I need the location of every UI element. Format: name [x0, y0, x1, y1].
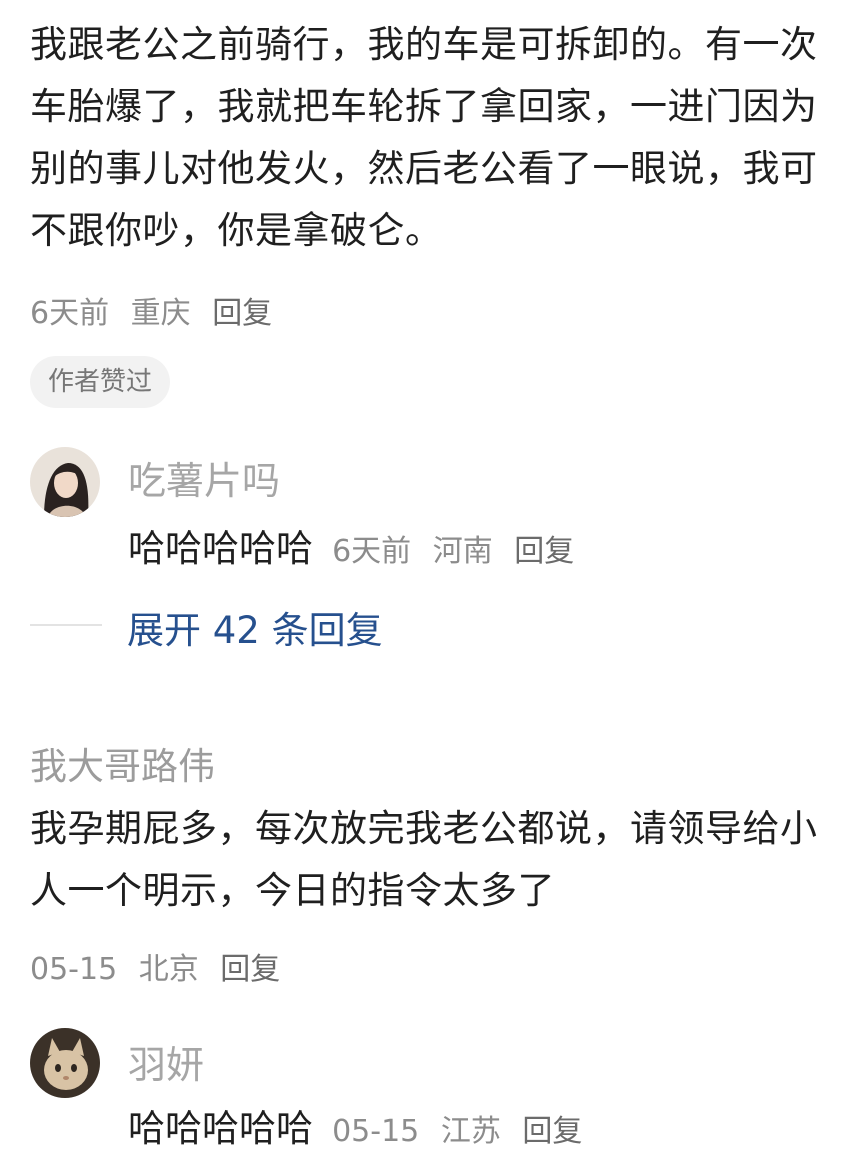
expand-replies-button[interactable]: 展开 42 条回复 — [127, 600, 383, 654]
reply-time: 05-15 — [332, 1114, 420, 1149]
reply-text: 哈哈哈哈哈 — [128, 527, 313, 570]
reply-button[interactable]: 回复 — [514, 534, 574, 569]
comment-time: 6天前 — [30, 296, 110, 331]
comment-location: 北京 — [138, 952, 199, 987]
reply-button[interactable]: 回复 — [220, 952, 280, 987]
avatar[interactable] — [30, 1028, 100, 1098]
cat-avatar-photo-icon — [30, 1028, 100, 1098]
reply-author-name[interactable]: 羽妍 — [128, 1034, 204, 1089]
reply-author-name[interactable]: 吃薯片吗 — [128, 450, 280, 505]
reply-location: 江苏 — [440, 1114, 501, 1149]
avatar[interactable] — [30, 447, 100, 517]
sub-reply: 哈哈哈哈哈 05-15 江苏 回复 — [128, 1098, 594, 1152]
reply-location: 河南 — [432, 534, 493, 569]
reply-button[interactable]: 回复 — [212, 296, 272, 331]
author-liked-badge: 作者赞过 — [30, 356, 171, 408]
comment-meta: 6天前 重庆 回复 — [30, 288, 284, 332]
comment-meta: 05-15 北京 回复 — [30, 944, 292, 988]
comment-time: 05-15 — [30, 952, 118, 987]
divider — [30, 624, 102, 626]
user-avatar-photo-icon — [30, 447, 100, 517]
comment-location: 重庆 — [130, 296, 191, 331]
comment-text: 我孕期屁多，每次放完我老公都说，请领导给小人一个明示，今日的指令太多了 — [30, 807, 818, 912]
sub-reply: 哈哈哈哈哈 6天前 河南 回复 — [128, 518, 586, 572]
reply-button[interactable]: 回复 — [522, 1114, 582, 1149]
reply-text: 哈哈哈哈哈 — [128, 1107, 313, 1150]
comment-username[interactable]: 我大哥路伟 — [30, 736, 215, 790]
reply-time: 6天前 — [332, 534, 412, 569]
comment-text: 我跟老公之前骑行，我的车是可拆卸的。有一次车胎爆了，我就把车轮拆了拿回家，一进门… — [30, 23, 818, 252]
